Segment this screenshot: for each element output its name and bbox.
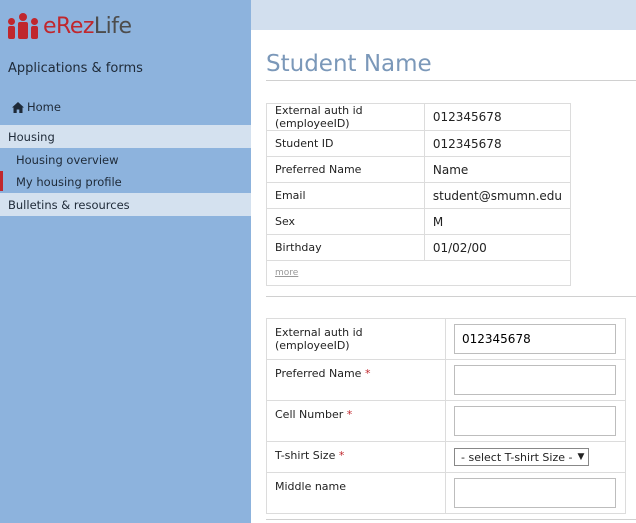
table-row: Email student@smumn.edu [266, 182, 572, 209]
field-label: T-shirt Size * [266, 441, 446, 473]
bottom-divider [266, 519, 636, 520]
sidebar-title: Applications & forms [8, 61, 143, 76]
row-value: M [423, 208, 572, 235]
table-row: more [266, 260, 571, 286]
sidebar-section-bulletins[interactable]: Bulletins & resources [0, 193, 251, 216]
row-value: 01/02/00 [423, 234, 572, 261]
tshirt-size-select[interactable]: - select T-shirt Size - ▼ [454, 448, 590, 466]
field-label: External auth id (employeeID) [266, 318, 446, 360]
logo-bar: eRezLife [0, 0, 251, 46]
required-marker: * [364, 367, 371, 380]
sidebar-item-my-housing-profile[interactable]: My housing profile [16, 175, 122, 189]
profile-form: External auth id (employeeID) Preferred … [266, 318, 626, 514]
table-row: Preferred Name Name [266, 156, 572, 183]
form-row: Preferred Name * [266, 359, 626, 401]
table-row: External auth id (employeeID) 012345678 [266, 103, 572, 131]
top-bar [251, 0, 636, 30]
sidebar-item-housing-overview[interactable]: Housing overview [16, 153, 119, 167]
sidebar-section-housing[interactable]: Housing [0, 125, 251, 148]
active-item-marker [0, 171, 3, 191]
sidebar [0, 0, 251, 523]
row-value: student@smumn.edu [423, 182, 572, 209]
row-label: Email [266, 182, 425, 209]
dropdown-arrow-icon: ▼ [577, 452, 585, 462]
preferred-name-field[interactable] [454, 365, 616, 395]
row-label: Student ID [266, 130, 425, 157]
middle-name-field[interactable] [454, 478, 616, 508]
row-value: 012345678 [423, 103, 572, 131]
row-label: External auth id (employeeID) [266, 103, 425, 131]
field-label: Preferred Name * [266, 359, 446, 401]
required-marker: * [346, 408, 353, 421]
row-label: Preferred Name [266, 156, 425, 183]
page-title: Student Name [266, 51, 432, 77]
home-icon [12, 101, 24, 113]
select-value: - select T-shirt Size - [461, 450, 573, 464]
form-row: Cell Number * [266, 400, 626, 442]
field-label: Middle name [266, 472, 446, 514]
row-value: Name [423, 156, 572, 183]
section-divider [266, 296, 636, 297]
row-value: 012345678 [423, 130, 572, 157]
external-auth-id-field[interactable] [454, 324, 616, 354]
form-row: Middle name [266, 472, 626, 514]
form-row: External auth id (employeeID) [266, 318, 626, 360]
table-row: Student ID 012345678 [266, 130, 572, 157]
logo-text: eRezLife [43, 13, 132, 39]
erezlife-logo[interactable]: eRezLife [8, 12, 132, 40]
people-logo-icon [8, 12, 42, 40]
required-marker: * [338, 449, 345, 462]
row-label: Birthday [266, 234, 425, 261]
table-row: Birthday 01/02/00 [266, 234, 572, 261]
table-row: Sex M [266, 208, 572, 235]
profile-info-table: External auth id (employeeID) 012345678 … [266, 103, 572, 286]
more-link[interactable]: more [266, 260, 571, 286]
cell-number-field[interactable] [454, 406, 616, 436]
field-label: Cell Number * [266, 400, 446, 442]
form-row: T-shirt Size * - select T-shirt Size - ▼ [266, 441, 626, 473]
row-label: Sex [266, 208, 425, 235]
home-label: Home [27, 100, 61, 114]
sidebar-item-home[interactable]: Home [12, 100, 61, 114]
title-divider [266, 80, 636, 81]
